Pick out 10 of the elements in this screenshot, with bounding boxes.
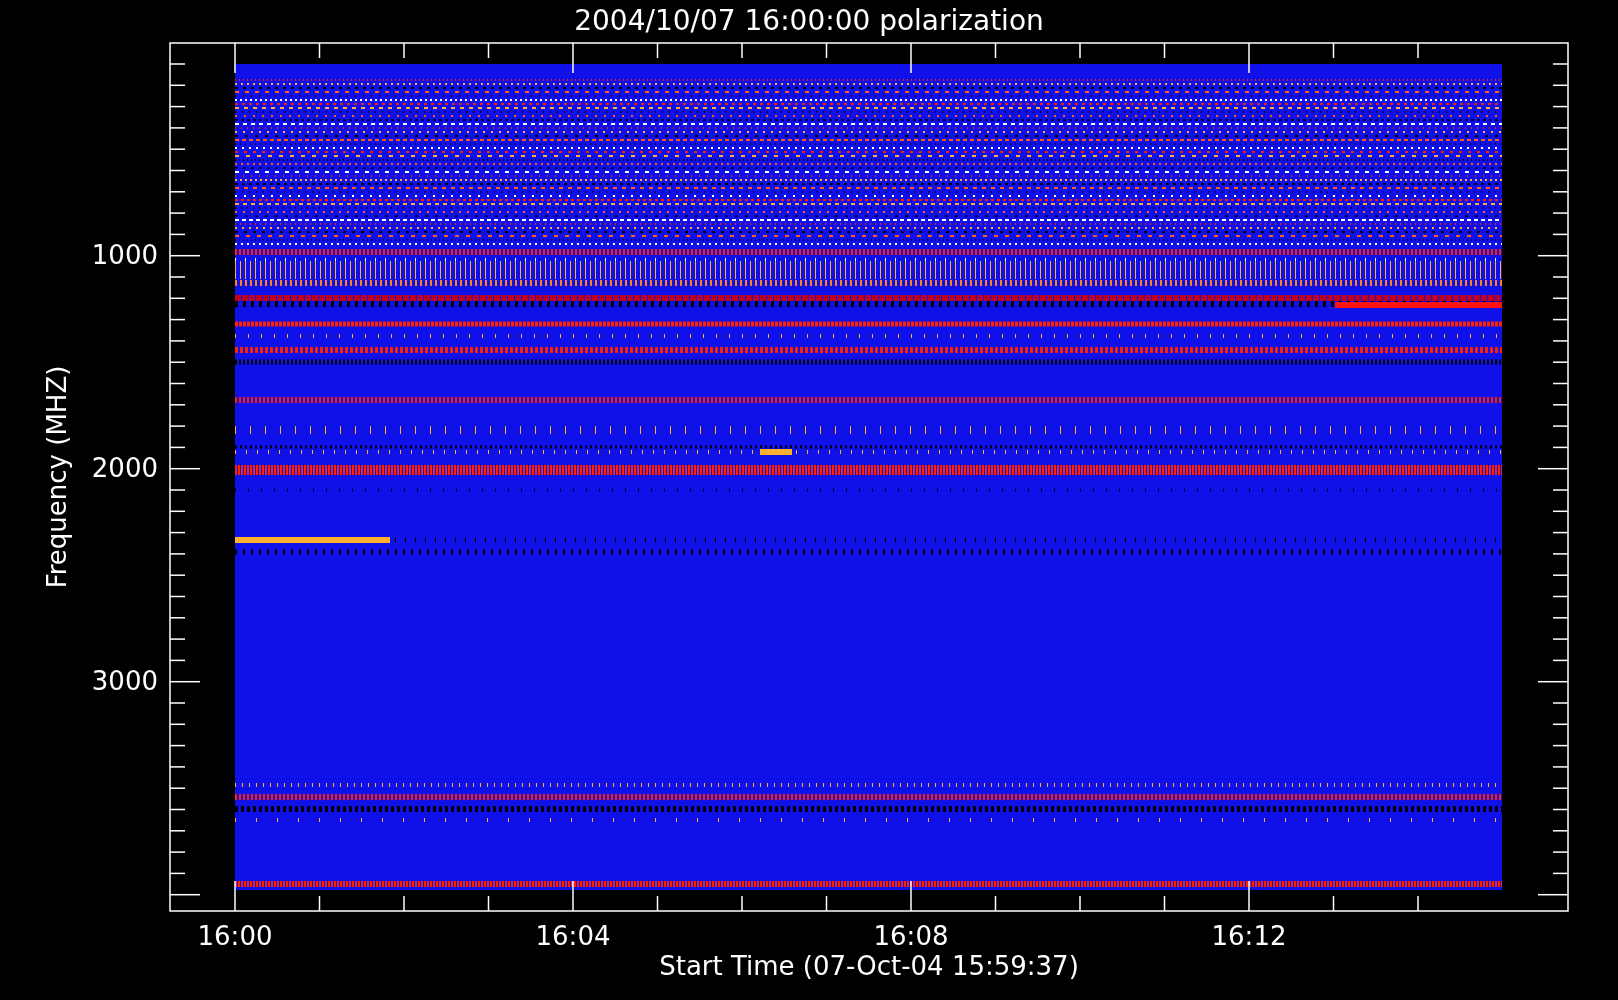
- x-tick-label: 16:04: [535, 921, 611, 951]
- y-tick-label: 2000: [91, 453, 158, 483]
- chart-title: 2004/10/07 16:00:00 polarization: [574, 4, 1044, 37]
- x-tick-label: 16:12: [1211, 921, 1287, 951]
- x-axis-label: Start Time (07-Oct-04 15:59:37): [659, 951, 1079, 981]
- x-tick-label: 16:08: [873, 921, 949, 951]
- y-tick-label: 1000: [91, 240, 158, 270]
- y-axis-label: Frequency (MHZ): [42, 365, 72, 589]
- y-tick-label: 3000: [91, 666, 158, 696]
- x-tick-label: 16:00: [197, 921, 273, 951]
